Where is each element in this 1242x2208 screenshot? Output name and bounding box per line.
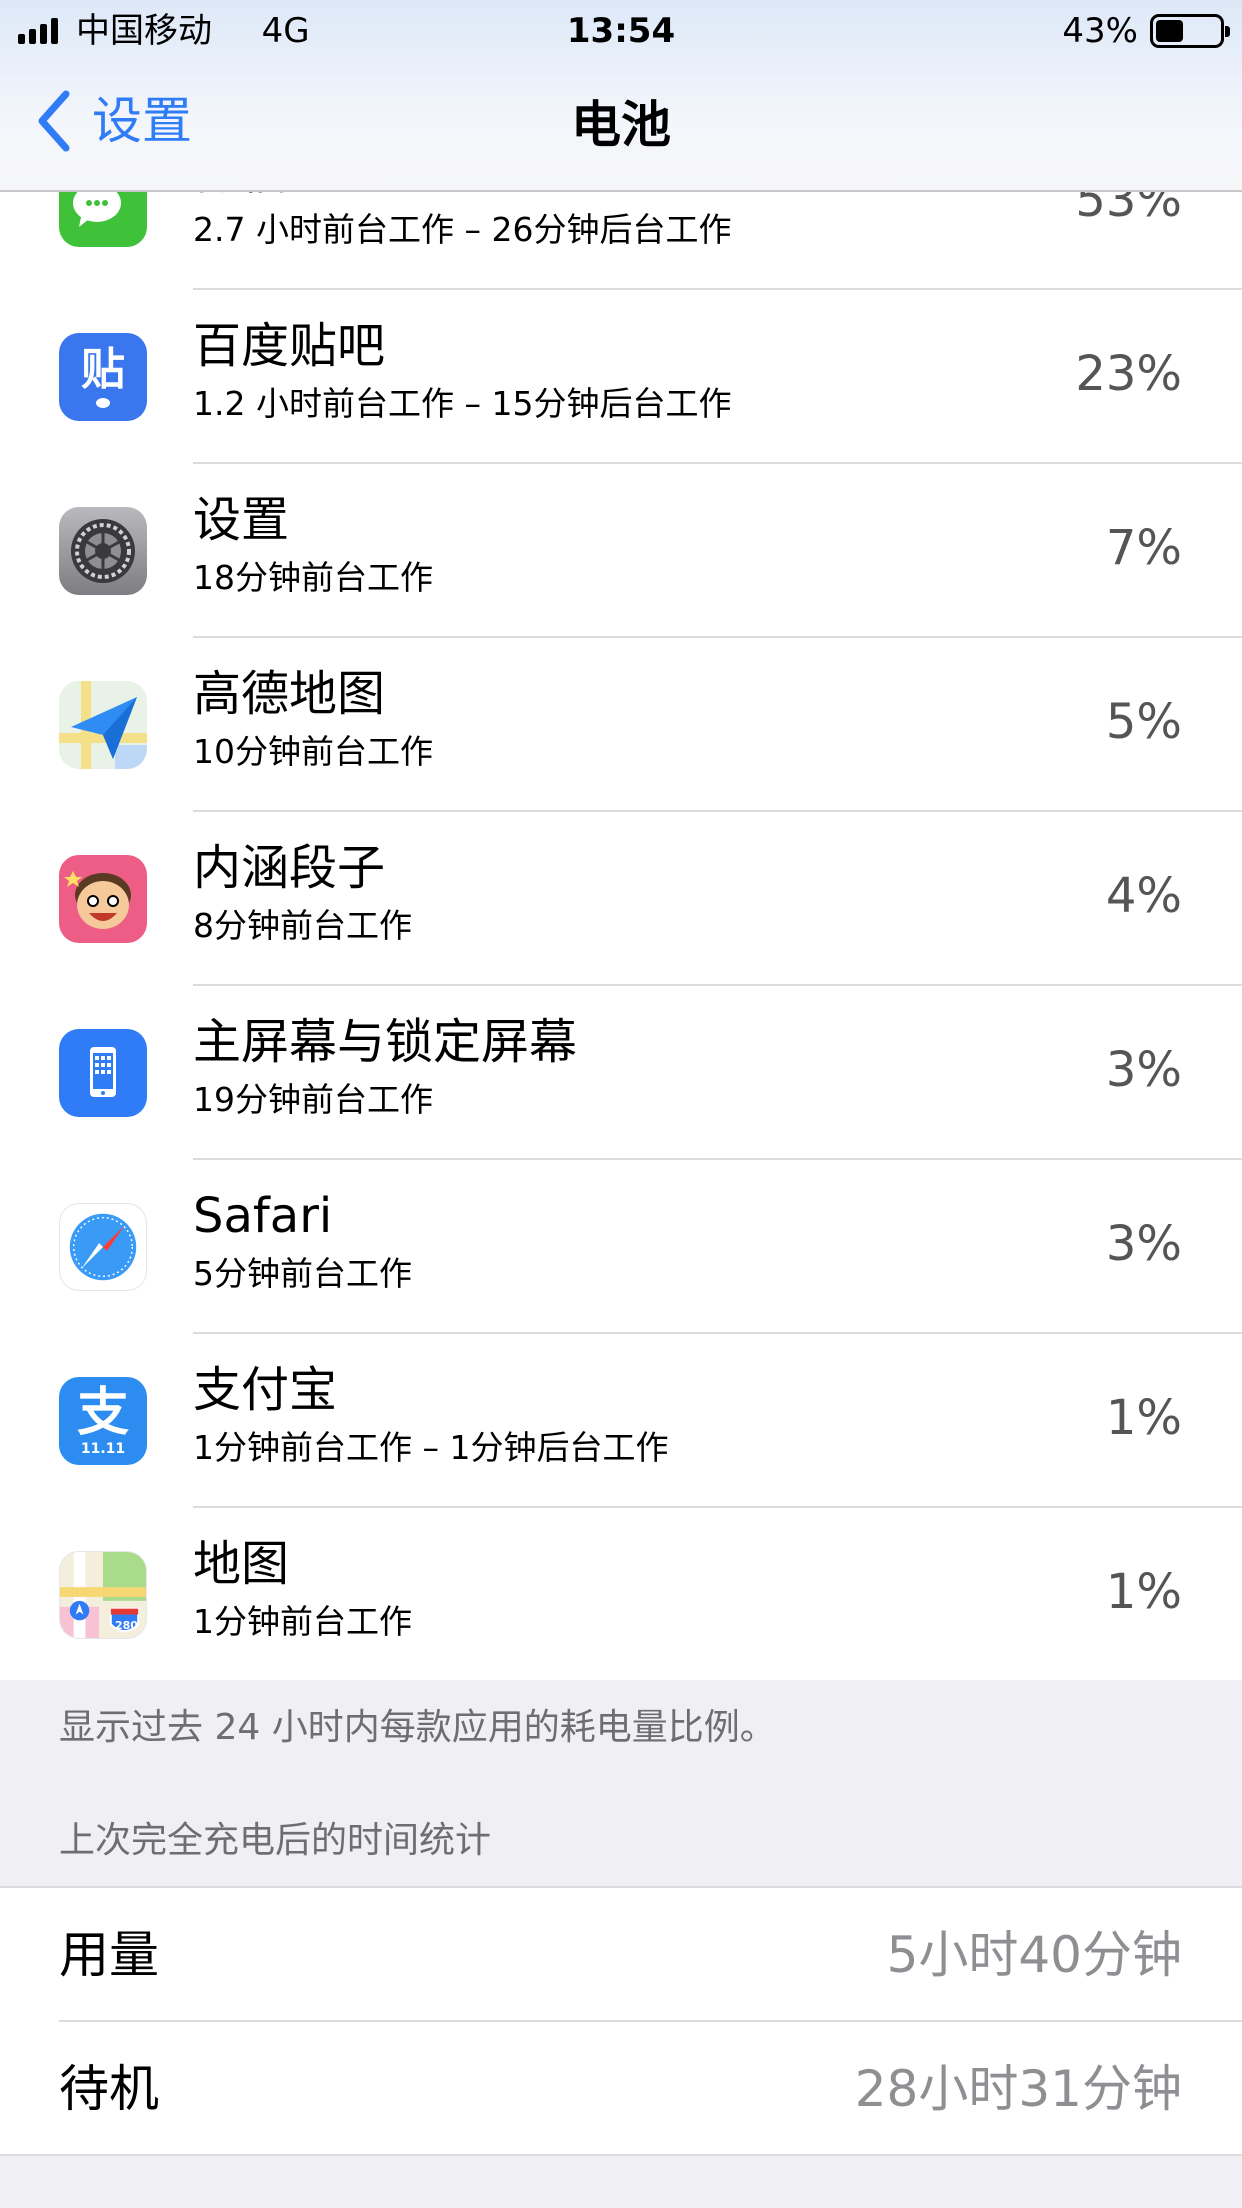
app-name: 支付宝 bbox=[193, 1362, 338, 1418]
settings-gear-icon bbox=[59, 507, 147, 595]
alipay-icon-glyph: 支 bbox=[76, 1383, 129, 1443]
list-item[interactable]: 贴 百度贴吧 1.2 小时前台工作 – 15分钟后台工作 23% bbox=[0, 290, 1242, 464]
battery-icon bbox=[1150, 14, 1230, 48]
maps-icon: 280 bbox=[59, 1551, 147, 1639]
app-battery-percent: 3% bbox=[1105, 1042, 1182, 1098]
navigation-bar: 中国移动 4G 13:54 43% 设置 电池 bbox=[0, 0, 1242, 192]
app-usage-detail: 5分钟前台工作 bbox=[193, 1254, 412, 1293]
app-usage-detail: 18分钟前台工作 bbox=[193, 558, 433, 597]
app-usage-detail: 8分钟前台工作 bbox=[193, 906, 412, 945]
list-item[interactable]: 设置 18分钟前台工作 7% bbox=[0, 464, 1242, 638]
page-title: 电池 bbox=[571, 96, 671, 154]
list-item[interactable]: 内涵段子 8分钟前台工作 4% bbox=[0, 812, 1242, 986]
battery-percent: 43% bbox=[1062, 11, 1138, 51]
app-battery-percent: 1% bbox=[1105, 1564, 1182, 1620]
safari-icon bbox=[59, 1203, 147, 1291]
usage-stats: 用量 5小时40分钟 待机 28小时31分钟 bbox=[0, 1886, 1242, 2156]
app-battery-percent: 3% bbox=[1105, 1216, 1182, 1272]
standby-label: 待机 bbox=[59, 2060, 159, 2118]
usage-value: 5小时40分钟 bbox=[886, 1926, 1182, 1984]
app-name: 百度贴吧 bbox=[193, 318, 386, 374]
app-name: 高德地图 bbox=[193, 666, 386, 722]
standby-value: 28小时31分钟 bbox=[854, 2060, 1182, 2118]
neihan-icon bbox=[59, 855, 147, 943]
app-battery-percent: 5% bbox=[1105, 694, 1182, 750]
tieba-icon: 贴 bbox=[59, 333, 147, 421]
app-usage-detail: 19分钟前台工作 bbox=[193, 1080, 433, 1119]
alipay-icon-sub: 11.11 bbox=[80, 1441, 126, 1457]
list-item[interactable]: 主屏幕与锁定屏幕 19分钟前台工作 3% bbox=[0, 986, 1242, 1160]
status-time: 13:54 bbox=[566, 11, 676, 51]
app-battery-percent: 23% bbox=[1075, 346, 1182, 402]
list-item[interactable]: 280 地图 1分钟前台工作 1% bbox=[0, 1508, 1242, 1682]
app-name: 地图 bbox=[193, 1536, 290, 1592]
usage-row: 用量 5小时40分钟 bbox=[0, 1888, 1242, 2022]
app-battery-percent: 7% bbox=[1105, 520, 1182, 576]
app-name: 内涵段子 bbox=[193, 840, 386, 896]
home-lock-screen-icon bbox=[59, 1029, 147, 1117]
app-battery-percent: 1% bbox=[1105, 1390, 1182, 1446]
list-item[interactable]: 高德地图 10分钟前台工作 5% bbox=[0, 638, 1242, 812]
alipay-icon: 支 11.11 bbox=[59, 1377, 147, 1465]
usage-label: 用量 bbox=[59, 1926, 159, 1984]
app-usage-detail: 1分钟前台工作 bbox=[193, 1602, 412, 1641]
list-item[interactable]: Safari 5分钟前台工作 3% bbox=[0, 1160, 1242, 1334]
standby-row: 待机 28小时31分钟 bbox=[0, 2022, 1242, 2156]
battery-level bbox=[1156, 20, 1183, 42]
app-usage-detail: 2.7 小时前台工作 – 26分钟后台工作 bbox=[193, 210, 732, 249]
app-usage-detail: 1.2 小时前台工作 – 15分钟后台工作 bbox=[193, 384, 732, 423]
list-item[interactable]: 支 11.11 支付宝 1分钟前台工作 – 1分钟后台工作 1% bbox=[0, 1334, 1242, 1508]
amap-icon bbox=[59, 681, 147, 769]
app-name: Safari bbox=[193, 1188, 333, 1244]
tieba-icon-glyph: 贴 bbox=[81, 344, 125, 395]
app-name: 主屏幕与锁定屏幕 bbox=[193, 1014, 578, 1070]
section-header: 上次完全充电后的时间统计 bbox=[59, 1820, 492, 1861]
app-usage-detail: 10分钟前台工作 bbox=[193, 732, 433, 771]
app-usage-detail: 1分钟前台工作 – 1分钟后台工作 bbox=[193, 1428, 669, 1467]
app-battery-list: 微信 2.7 小时前台工作 – 26分钟后台工作 53% 贴 百度贴吧 1.2 … bbox=[0, 0, 1242, 1680]
app-battery-percent: 4% bbox=[1105, 868, 1182, 924]
battery-usage-note: 显示过去 24 小时内每款应用的耗电量比例。 bbox=[59, 1707, 776, 1748]
maps-icon-sub: 280 bbox=[115, 1619, 138, 1632]
app-name: 设置 bbox=[193, 492, 290, 548]
